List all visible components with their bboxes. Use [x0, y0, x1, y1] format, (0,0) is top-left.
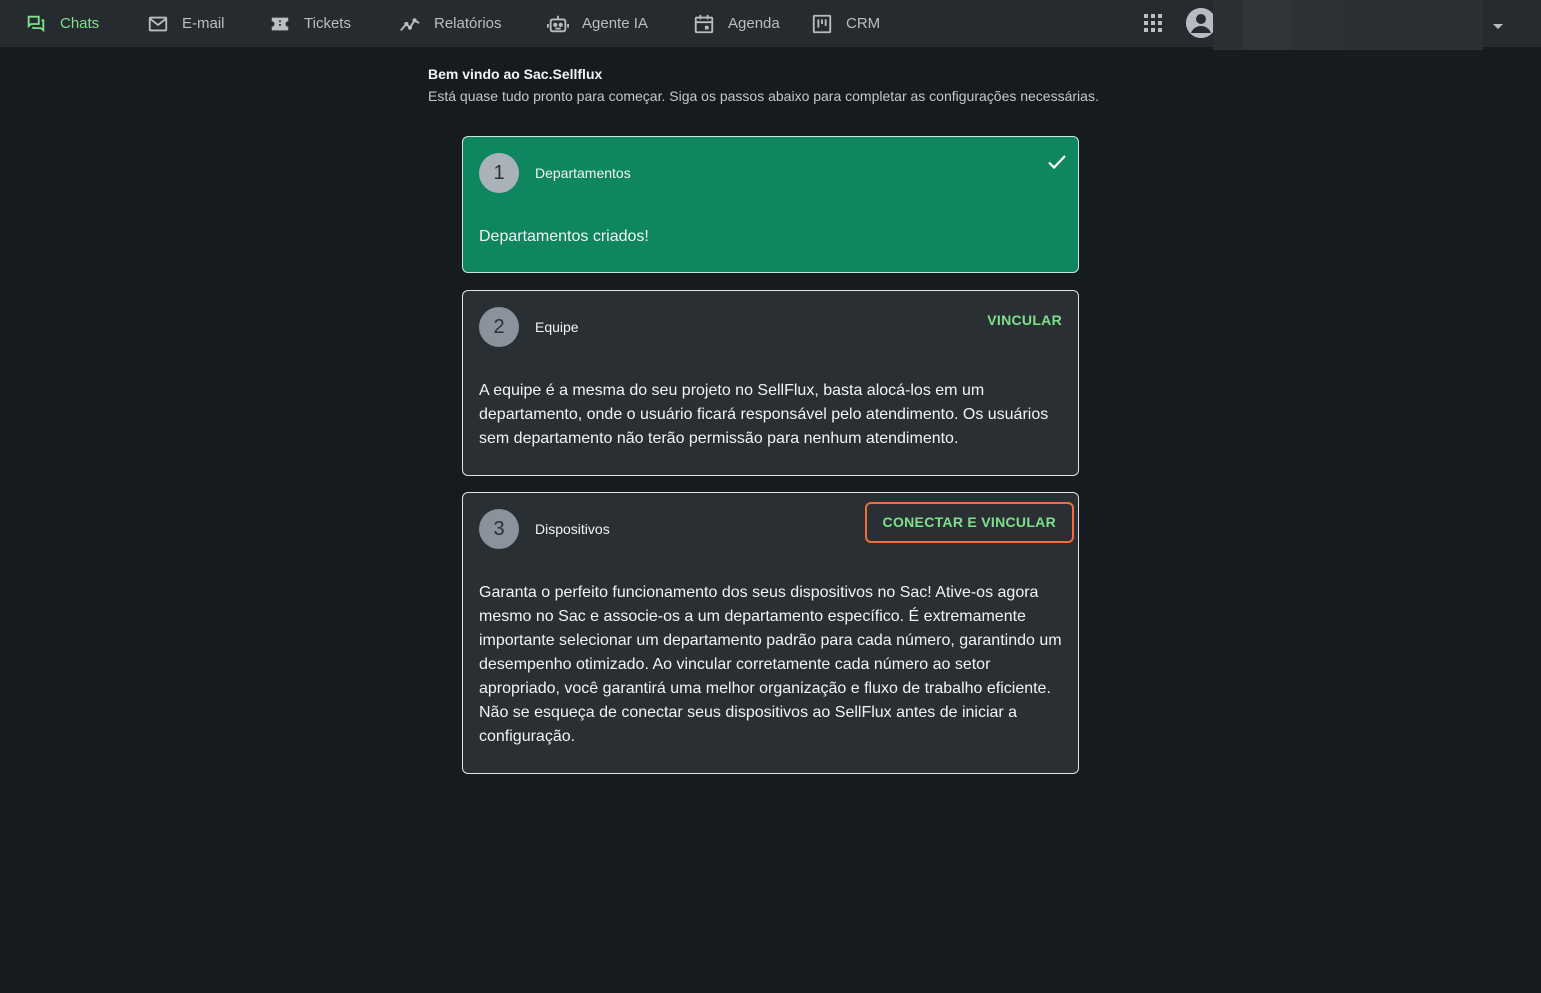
step-number: 1 [479, 153, 519, 193]
nav-label: Agenda [728, 15, 780, 32]
step-description: A equipe é a mesma do seu projeto no Sel… [479, 382, 1049, 447]
nav-label: CRM [846, 15, 881, 32]
step-number: 3 [479, 509, 519, 549]
step-header: 2 Equipe [479, 307, 579, 347]
step-card-dispositivos: 3 Dispositivos CONECTAR E VINCULAR Garan… [462, 492, 1079, 774]
nav-item-chats[interactable]: Chats [24, 0, 99, 47]
nav-item-crm[interactable]: CRM [810, 0, 880, 47]
user-account-block[interactable] [1213, 0, 1483, 50]
step-number: 2 [479, 307, 519, 347]
step-header: 3 Dispositivos [479, 509, 610, 549]
conectar-e-vincular-button[interactable]: CONECTAR E VINCULAR [864, 502, 1074, 543]
step-description: Garanta o perfeito funcionamento dos seu… [479, 584, 1062, 745]
nav-label: Agente IA [582, 15, 648, 32]
kanban-icon [810, 12, 834, 36]
page-title: Bem vindo ao Sac.Sellflux [428, 66, 603, 82]
step-description: Departamentos criados! [479, 228, 649, 245]
nav-item-tickets[interactable]: Tickets [268, 0, 351, 47]
nav-item-agenda[interactable]: Agenda [692, 0, 780, 47]
nav-label: Chats [60, 15, 100, 32]
calendar-icon [692, 12, 716, 36]
nav-item-email[interactable]: E-mail [146, 0, 225, 47]
step-card-equipe: 2 Equipe VINCULAR A equipe é a mesma do … [462, 290, 1079, 476]
nav-label: E-mail [182, 15, 225, 32]
step-title: Dispositivos [535, 521, 610, 537]
chats-icon [24, 12, 48, 36]
step-card-departamentos: 1 Departamentos Departamentos criados! [462, 136, 1079, 273]
avatar[interactable] [1186, 8, 1216, 38]
step-title: Departamentos [535, 165, 631, 181]
apps-grid-icon[interactable] [1143, 13, 1163, 33]
chevron-down-icon[interactable] [1492, 18, 1504, 29]
step-title: Equipe [535, 319, 579, 335]
vincular-button[interactable]: VINCULAR [987, 309, 1062, 331]
welcome-section: Bem vindo ao Sac.Sellflux Está quase tud… [428, 66, 1099, 105]
nav-item-relatorios[interactable]: Relatórios [398, 0, 502, 47]
robot-icon [546, 12, 570, 36]
ticket-icon [268, 12, 292, 36]
page-subtitle: Está quase tudo pronto para começar. Sig… [428, 88, 1099, 104]
nav-label: Relatórios [434, 15, 502, 32]
nav-label: Tickets [304, 15, 351, 32]
nav-item-agente-ia[interactable]: Agente IA [546, 0, 648, 47]
top-navigation-bar: Chats E-mail Tickets Relatórios Agente I… [0, 0, 1541, 50]
step-header: 1 Departamentos [479, 153, 631, 193]
chart-line-icon [398, 12, 422, 36]
check-icon [1046, 151, 1068, 173]
mail-icon [146, 12, 170, 36]
